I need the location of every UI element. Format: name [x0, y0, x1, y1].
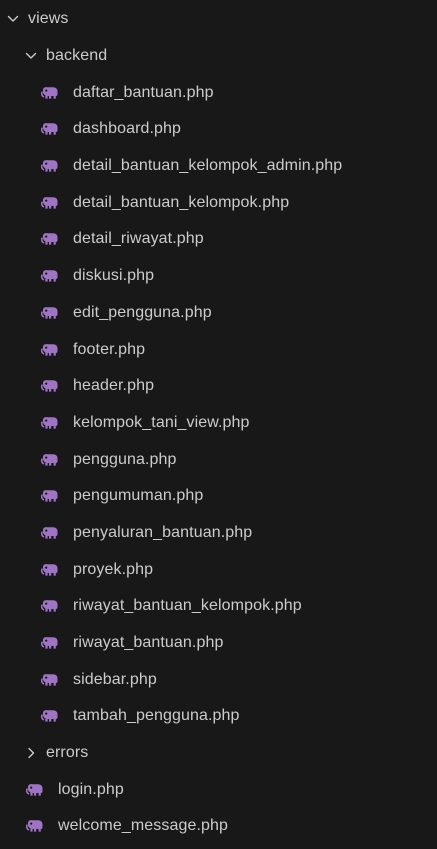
php-elephant-icon — [41, 709, 59, 723]
file-item[interactable]: detail_bantuan_kelompok.php — [0, 184, 437, 221]
file-label: dashboard.php — [73, 120, 182, 138]
folder-backend[interactable]: backend — [0, 38, 437, 75]
file-item[interactable]: tambah_pengguna.php — [0, 698, 437, 735]
chevron-right-icon — [24, 746, 38, 760]
php-elephant-icon — [41, 453, 59, 467]
file-label: welcome_message.php — [58, 817, 228, 835]
file-label: detail_riwayat.php — [73, 230, 204, 248]
file-item[interactable]: detail_riwayat.php — [0, 221, 437, 258]
file-item[interactable]: detail_bantuan_kelompok_admin.php — [0, 148, 437, 185]
php-elephant-icon — [41, 526, 59, 540]
file-label: edit_pengguna.php — [73, 303, 212, 321]
php-elephant-icon — [41, 489, 59, 503]
php-elephant-icon — [41, 86, 59, 100]
file-label: footer.php — [73, 340, 146, 358]
file-label: penyaluran_bantuan.php — [73, 523, 253, 541]
php-elephant-icon — [41, 416, 59, 430]
file-item[interactable]: header.php — [0, 368, 437, 405]
php-elephant-icon — [26, 783, 44, 797]
php-elephant-icon — [41, 269, 59, 283]
file-item[interactable]: welcome_message.php — [0, 808, 437, 845]
php-elephant-icon — [41, 232, 59, 246]
chevron-down-icon — [6, 12, 20, 26]
php-elephant-icon — [41, 122, 59, 136]
file-item[interactable]: pengguna.php — [0, 441, 437, 478]
folder-label: backend — [46, 47, 108, 65]
file-item[interactable]: edit_pengguna.php — [0, 295, 437, 332]
php-elephant-icon — [41, 306, 59, 320]
php-elephant-icon — [41, 563, 59, 577]
chevron-down-icon — [24, 49, 38, 63]
folder-label: errors — [46, 744, 89, 762]
file-label: pengumuman.php — [73, 487, 204, 505]
file-label: sidebar.php — [73, 670, 157, 688]
file-label: diskusi.php — [73, 267, 155, 285]
php-elephant-icon — [41, 636, 59, 650]
php-elephant-icon — [41, 196, 59, 210]
file-item[interactable]: sidebar.php — [0, 661, 437, 698]
file-label: pengguna.php — [73, 450, 177, 468]
file-label: riwayat_bantuan.php — [73, 634, 224, 652]
file-item[interactable]: footer.php — [0, 331, 437, 368]
file-label: daftar_bantuan.php — [73, 83, 214, 101]
file-label: riwayat_bantuan_kelompok.php — [73, 597, 302, 615]
file-label: tambah_pengguna.php — [73, 707, 240, 725]
file-label: detail_bantuan_kelompok.php — [73, 193, 290, 211]
file-item[interactable]: riwayat_bantuan.php — [0, 625, 437, 662]
folder-errors[interactable]: errors — [0, 735, 437, 772]
php-elephant-icon — [41, 673, 59, 687]
file-label: detail_bantuan_kelompok_admin.php — [73, 157, 343, 175]
file-label: kelompok_tani_view.php — [73, 413, 250, 431]
file-label: proyek.php — [73, 560, 154, 578]
php-elephant-icon — [26, 819, 44, 833]
php-elephant-icon — [41, 599, 59, 613]
file-item[interactable]: penyaluran_bantuan.php — [0, 515, 437, 552]
php-elephant-icon — [41, 379, 59, 393]
file-item[interactable]: proyek.php — [0, 551, 437, 588]
file-explorer-tree: views backend daftar_bantuan.php dashboar… — [0, 0, 437, 849]
folder-views[interactable]: views — [0, 1, 437, 38]
file-item[interactable]: login.php — [0, 771, 437, 808]
file-label: header.php — [73, 377, 155, 395]
php-elephant-icon — [41, 159, 59, 173]
folder-label: views — [28, 10, 69, 28]
file-item[interactable]: riwayat_bantuan_kelompok.php — [0, 588, 437, 625]
file-item[interactable]: daftar_bantuan.php — [0, 74, 437, 111]
file-item[interactable]: dashboard.php — [0, 111, 437, 148]
file-item[interactable]: pengumuman.php — [0, 478, 437, 515]
php-elephant-icon — [41, 343, 59, 357]
file-item[interactable]: diskusi.php — [0, 258, 437, 295]
file-label: login.php — [58, 780, 124, 798]
file-item[interactable]: kelompok_tani_view.php — [0, 405, 437, 442]
